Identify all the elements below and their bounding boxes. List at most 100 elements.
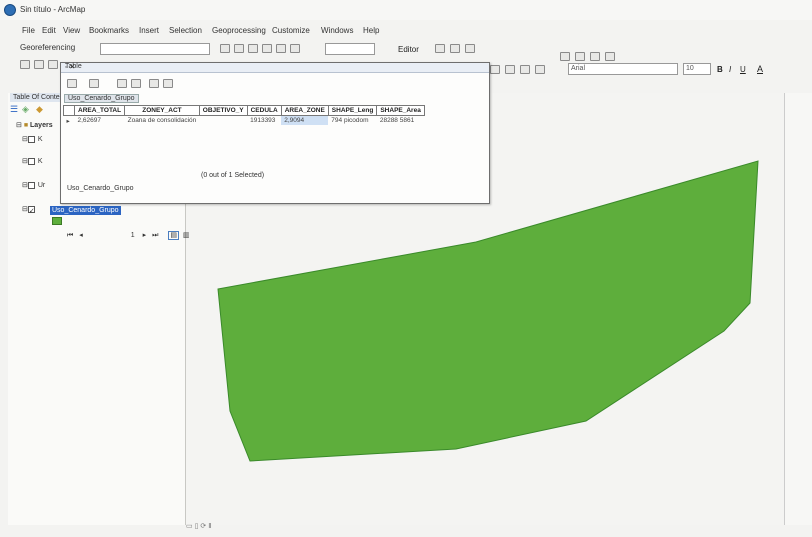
column-header[interactable]: SHAPE_Area — [376, 105, 425, 116]
record-number[interactable]: 1 — [131, 232, 135, 239]
first-record-button[interactable]: ⏮ — [67, 232, 73, 239]
menu-selection[interactable]: Selection — [169, 26, 202, 35]
column-header[interactable]: SHAPE_Leng — [327, 105, 378, 116]
window-title: Sin título - ArcMap — [20, 5, 86, 14]
toc-layer-row[interactable]: ⊟ K — [22, 157, 43, 167]
list-by-visibility-icon[interactable]: ◆ — [36, 104, 43, 115]
layer-visibility-checkbox[interactable]: ✓ — [27, 205, 35, 215]
scale-combo[interactable] — [325, 43, 375, 55]
tool-icon[interactable] — [575, 52, 585, 61]
table-row[interactable]: ▸ 2,62697 Zoana de consolidación 1913393… — [64, 115, 425, 126]
selected-layer-name[interactable]: Uso_Cenardo_Grupo — [50, 206, 121, 215]
list-by-drawing-order-icon[interactable]: ☰ — [10, 104, 18, 115]
layout-view-icon[interactable]: ▯ — [195, 523, 199, 530]
table-cell[interactable]: Zoana de consolidación — [125, 116, 200, 126]
georef-tool-icon[interactable] — [220, 44, 230, 53]
draw-tool-icon[interactable] — [535, 65, 545, 74]
layer-visibility-checkbox[interactable] — [27, 157, 35, 165]
toc-layer-row[interactable]: ⊟ K — [22, 135, 43, 145]
record-navigation: ⏮ ◂ 1 ▸ ⏭ ▤ ▥ — [67, 231, 190, 240]
zoom-in-icon[interactable] — [20, 60, 30, 69]
edit-tool-icon[interactable] — [450, 44, 460, 53]
menu-help[interactable]: Help — [363, 26, 379, 35]
menu-bar: File Edit View Bookmarks Insert Selectio… — [0, 24, 812, 38]
georef-tool-icon[interactable] — [290, 44, 300, 53]
title-bar: Sin título - ArcMap — [0, 0, 812, 20]
pause-drawing-icon[interactable]: Ⅱ — [208, 523, 211, 530]
table-header-row: AREA_TOTAL ZONEY_ACT OBJETIVO_Y CEDULA A… — [63, 105, 425, 116]
menu-customize[interactable]: Customize — [272, 26, 310, 35]
attribute-table-window: Table ▫ ✕ Uso_Cenardo_Grupo AREA_TOTAL Z… — [60, 62, 490, 240]
table-cell[interactable]: 794 picodom — [328, 116, 377, 126]
bold-button[interactable]: B — [717, 65, 723, 74]
georef-tool-icon[interactable] — [234, 44, 244, 53]
refresh-icon[interactable]: ⟳ — [200, 523, 206, 530]
menu-view[interactable]: View — [63, 26, 80, 35]
table-window-titlebar[interactable]: Table ▫ ✕ — [61, 63, 489, 73]
menu-edit[interactable]: Edit — [42, 26, 56, 35]
row-selector-header[interactable] — [63, 105, 75, 116]
toc-layers-group[interactable]: ⊟ ■ Layers — [16, 121, 53, 131]
font-size-combo[interactable]: 10 — [683, 63, 711, 75]
delete-selected-icon[interactable] — [163, 79, 173, 88]
data-view-icon[interactable]: ▭ — [186, 523, 193, 530]
draw-tool-icon[interactable] — [490, 65, 500, 74]
georef-tool-icon[interactable] — [262, 44, 272, 53]
italic-button[interactable]: I — [729, 65, 731, 74]
underline-button[interactable]: U — [740, 65, 746, 74]
list-by-source-icon[interactable]: ◈ — [22, 104, 29, 115]
layer-visibility-checkbox[interactable] — [27, 181, 35, 189]
last-record-button[interactable]: ⏭ — [152, 232, 158, 239]
table-cell[interactable]: 1913393 — [247, 116, 281, 126]
tool-icon[interactable] — [605, 52, 615, 61]
right-side-panel — [784, 93, 812, 525]
menu-insert[interactable]: Insert — [139, 26, 159, 35]
pan-icon[interactable] — [48, 60, 58, 69]
switch-selection-icon[interactable] — [131, 79, 141, 88]
menu-file[interactable]: File — [22, 26, 35, 35]
previous-record-button[interactable]: ◂ — [79, 232, 83, 239]
clear-selection-icon[interactable] — [149, 79, 159, 88]
menu-windows[interactable]: Windows — [321, 26, 353, 35]
table-cell[interactable] — [199, 116, 247, 126]
expand-icon[interactable]: ⊟ — [16, 122, 22, 129]
table-options-icon[interactable] — [67, 79, 77, 88]
select-by-attributes-icon[interactable] — [117, 79, 127, 88]
toc-layer-row[interactable]: ⊟ Ur — [22, 181, 45, 191]
next-record-button[interactable]: ▸ — [143, 232, 147, 239]
edit-tool-icon[interactable] — [435, 44, 445, 53]
draw-tool-icon[interactable] — [505, 65, 515, 74]
georef-tool-icon[interactable] — [276, 44, 286, 53]
tool-icon[interactable] — [560, 52, 570, 61]
row-selector[interactable]: ▸ — [64, 116, 75, 126]
georeferencing-dropdown[interactable]: Georeferencing — [20, 43, 75, 52]
edit-tool-icon[interactable] — [465, 44, 475, 53]
draw-tool-icon[interactable] — [520, 65, 530, 74]
menu-bookmarks[interactable]: Bookmarks — [89, 26, 129, 35]
table-cell[interactable]: 2,9094 — [281, 115, 329, 125]
column-header[interactable]: CEDULA — [246, 105, 282, 116]
column-header[interactable]: AREA_TOTAL — [73, 105, 126, 116]
close-icon[interactable]: ▫ ✕ — [65, 63, 485, 71]
font-color-button[interactable]: A — [757, 64, 763, 74]
column-header[interactable]: ZONEY_ACT — [124, 105, 200, 116]
table-cell[interactable]: 28288 5861 — [377, 116, 424, 126]
font-name-combo[interactable]: Arial — [568, 63, 678, 75]
layer-combo[interactable] — [100, 43, 210, 55]
bottom-table-tab[interactable]: Uso_Cenardo_Grupo — [67, 185, 134, 192]
layer-visibility-checkbox[interactable] — [27, 135, 35, 143]
land-use-polygon[interactable] — [217, 160, 759, 462]
related-tables-icon[interactable] — [89, 79, 99, 88]
toc-layer-row[interactable]: ⊟✓ — [22, 205, 38, 215]
table-cell[interactable]: 2,62697 — [75, 116, 125, 126]
menu-geoprocessing[interactable]: Geoprocessing — [212, 26, 266, 35]
show-all-records-icon[interactable]: ▤ — [168, 231, 179, 240]
show-selected-records-icon[interactable]: ▥ — [183, 232, 190, 239]
zoom-out-icon[interactable] — [34, 60, 44, 69]
georef-tool-icon[interactable] — [248, 44, 258, 53]
table-tab[interactable]: Uso_Cenardo_Grupo — [64, 94, 139, 103]
column-header[interactable]: OBJETIVO_Y — [198, 105, 248, 116]
column-header[interactable]: AREA_ZONE — [280, 105, 329, 116]
tool-icon[interactable] — [590, 52, 600, 61]
editor-dropdown[interactable]: Editor — [398, 45, 419, 54]
